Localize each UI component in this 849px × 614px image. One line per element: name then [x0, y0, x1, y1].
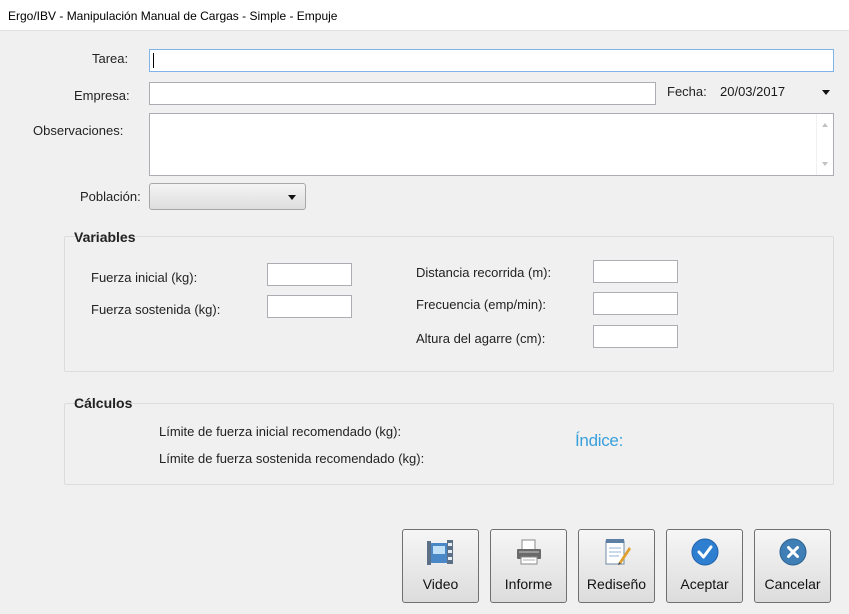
informe-button[interactable]: Informe [490, 529, 567, 603]
film-camera-icon [427, 540, 453, 565]
scroll-down-arrow-icon[interactable] [822, 162, 828, 166]
fuerza-sostenida-input[interactable] [267, 295, 352, 318]
rediseno-button-label: Rediseño [586, 576, 647, 592]
window-title: Ergo/IBV - Manipulación Manual de Cargas… [8, 9, 338, 23]
tarea-label: Tarea: [92, 51, 129, 66]
rediseno-button[interactable]: Rediseño [578, 529, 655, 603]
title-bar: Ergo/IBV - Manipulación Manual de Cargas… [0, 0, 849, 31]
chevron-down-icon[interactable] [822, 90, 830, 95]
notepad-pencil-icon [605, 539, 631, 565]
poblacion-label: Población: [80, 189, 141, 204]
calculos-group [64, 403, 834, 485]
scroll-up-arrow-icon[interactable] [822, 123, 828, 127]
tarea-input[interactable] [149, 49, 834, 72]
distancia-input[interactable] [593, 260, 678, 283]
checkmark-circle-icon [691, 538, 719, 566]
fecha-date-picker[interactable]: 20/03/2017 [720, 84, 785, 99]
printer-icon [517, 539, 541, 565]
cancelar-button[interactable]: Cancelar [754, 529, 831, 603]
frecuencia-input[interactable] [593, 292, 678, 315]
video-button[interactable]: Video [402, 529, 479, 603]
cancelar-button-label: Cancelar [764, 576, 821, 592]
limite-inicial-label: Límite de fuerza inicial recomendado (kg… [159, 424, 402, 439]
aceptar-button[interactable]: Aceptar [666, 529, 743, 603]
text-caret [153, 53, 154, 68]
limite-sostenida-label: Límite de fuerza sostenida recomendado (… [159, 451, 425, 466]
informe-button-label: Informe [504, 576, 553, 592]
calculos-group-title: Cálculos [74, 395, 133, 411]
fuerza-inicial-input[interactable] [267, 263, 352, 286]
empresa-input[interactable] [149, 82, 656, 105]
observaciones-scrollbar[interactable] [816, 114, 833, 175]
aceptar-button-label: Aceptar [680, 576, 729, 592]
altura-input[interactable] [593, 325, 678, 348]
chevron-down-icon [288, 195, 296, 200]
variables-group-title: Variables [74, 229, 136, 245]
fuerza-sostenida-label: Fuerza sostenida (kg): [91, 302, 221, 317]
observaciones-label: Observaciones: [33, 123, 124, 138]
altura-label: Altura del agarre (cm): [416, 331, 546, 346]
empresa-label: Empresa: [74, 88, 130, 103]
indice-label: Índice: [575, 431, 623, 450]
observaciones-textarea[interactable] [149, 113, 834, 176]
video-button-label: Video [422, 576, 459, 592]
fecha-label: Fecha: [667, 84, 707, 99]
fuerza-inicial-label: Fuerza inicial (kg): [91, 270, 198, 285]
x-circle-icon [779, 538, 807, 566]
distancia-label: Distancia recorrida (m): [416, 265, 552, 280]
frecuencia-label: Frecuencia (emp/min): [416, 297, 547, 312]
poblacion-select[interactable] [149, 183, 306, 210]
